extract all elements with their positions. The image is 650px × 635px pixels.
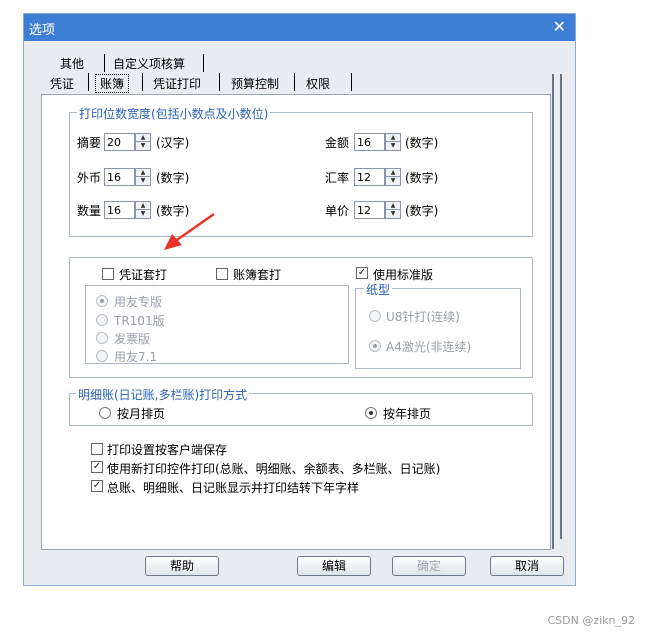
ledger-overprint-checkbox[interactable] [216,268,228,280]
tab-permission[interactable]: 权限 [304,75,332,92]
spin-up-icon[interactable]: ▲ [385,168,401,177]
cancel-button[interactable]: 取消 [490,556,564,576]
digits-group: 打印位数宽度(包括小数点及小数位) 摘要 ▲ ▼ (汉字) 外币 ▲ ▼ (数字… [69,105,533,237]
spin-down-icon[interactable]: ▼ [135,177,151,186]
exchange-rate-width-input[interactable] [354,168,385,186]
spin-up-icon[interactable]: ▲ [135,133,151,142]
arrow-head [164,234,182,250]
foreign-currency-width-input[interactable] [104,168,135,186]
tab-voucher[interactable]: 凭证 [48,75,76,92]
use-standard-checkbox[interactable]: ✓ [356,267,368,279]
watermark: CSDN @zikn_92 [547,614,635,627]
summary-width-stepper: ▲ ▼ [104,133,152,151]
page-stack-edge [552,74,554,549]
by-month-label: 按月排页 [117,407,166,421]
tab-ledger[interactable]: 账簿 [95,74,130,93]
confirm-button[interactable]: 确定 [392,556,466,576]
by-year-label: 按年排页 [383,407,432,421]
version-yonyou71-radio[interactable] [96,350,108,362]
red-arrow-annotation [164,212,215,250]
close-icon[interactable]: ✕ [553,17,566,36]
by-month-radio[interactable] [99,407,111,419]
paper-legend: 纸型 [364,281,393,298]
amount-width-stepper: ▲ ▼ [354,133,402,151]
paper-subgroup: 纸型 U8针打(连续) A4激光(非连续) [355,281,521,369]
tab-separator [88,73,89,91]
summary-width-input[interactable] [104,133,135,151]
paper-a4-radio[interactable] [369,340,381,352]
exchange-rate-label: 汇率 [325,171,350,185]
version-tr101-label: TR101版 [114,314,165,328]
amount-unit: (数字) [405,136,439,150]
tab-other[interactable]: 其他 [58,55,86,72]
overprint-group: 凭证套打 账簿套打 ✓ 使用标准版 用友专版 TR101版 发票版 用友7.1 … [69,257,533,378]
spin-down-icon[interactable]: ▼ [135,210,151,219]
window-title: 选项 [29,23,56,38]
detail-print-group: 明细账(日记账,多栏账)打印方式 按月排页 按年排页 [69,386,533,426]
client-save-checkbox[interactable] [91,443,103,455]
edit-button[interactable]: 编辑 [297,556,371,576]
tab-separator [142,73,143,91]
summary-label: 摘要 [77,136,102,150]
tab-page-ledger: 打印位数宽度(包括小数点及小数位) 摘要 ▲ ▼ (汉字) 外币 ▲ ▼ (数字… [41,94,551,550]
new-print-control-checkbox[interactable]: ✓ [91,461,103,473]
options-dialog: 选项 ✕ 其他 自定义项核算 凭证 账簿 凭证打印 预算控制 权限 打印位数宽度… [23,13,576,586]
paper-u8-label: U8针打(连续) [386,310,460,324]
spin-up-icon[interactable]: ▲ [135,168,151,177]
detail-print-legend: 明细账(日记账,多栏账)打印方式 [76,386,250,403]
paper-a4-label: A4激光(非连续) [386,340,472,354]
spin-up-icon[interactable]: ▲ [135,201,151,210]
digits-legend: 打印位数宽度(包括小数点及小数位) [77,105,271,122]
title-bar[interactable]: 选项 ✕ [24,14,575,41]
exchange-rate-unit: (数字) [405,171,439,185]
new-print-control-label: 使用新打印控件打印(总账、明细账、余额表、多栏账、日记账) [107,462,441,476]
tab-voucher-print[interactable]: 凭证打印 [151,75,203,92]
unit-price-width-input[interactable] [354,201,385,219]
unit-price-unit: (数字) [405,204,439,218]
spin-up-icon[interactable]: ▲ [385,201,401,210]
quantity-width-input[interactable] [104,201,135,219]
tab-custom-items[interactable]: 自定义项核算 [111,55,187,72]
client-save-label: 打印设置按客户端保存 [107,443,228,457]
foreign-currency-unit: (数字) [156,171,190,185]
version-tr101-radio[interactable] [96,314,108,326]
quantity-width-stepper: ▲ ▼ [104,201,152,219]
page-stack-edge [560,74,562,539]
tab-separator [104,54,105,72]
spin-down-icon[interactable]: ▼ [385,210,401,219]
version-yonyou71-label: 用友7.1 [114,350,158,364]
carry-forward-checkbox[interactable]: ✓ [91,480,103,492]
arrow-shaft [173,212,215,244]
paper-u8-radio[interactable] [369,310,381,322]
version-invoice-label: 发票版 [114,332,151,346]
quantity-label: 数量 [77,204,102,218]
tab-separator [351,73,352,91]
help-button[interactable]: 帮助 [145,556,219,576]
ledger-overprint-label: 账簿套打 [233,268,282,282]
exchange-rate-width-stepper: ▲ ▼ [354,168,402,186]
amount-width-input[interactable] [354,133,385,151]
tab-separator [294,73,295,91]
carry-forward-label: 总账、明细账、日记账显示并打印结转下年字样 [107,481,360,495]
version-yonyou-radio[interactable] [96,295,108,307]
version-invoice-radio[interactable] [96,332,108,344]
spin-down-icon[interactable]: ▼ [385,177,401,186]
summary-unit: (汉字) [156,136,190,150]
foreign-currency-label: 外币 [77,171,102,185]
tab-separator [203,54,204,72]
tab-separator [219,73,220,91]
voucher-overprint-label: 凭证套打 [119,268,168,282]
amount-label: 金额 [325,136,350,150]
unit-price-label: 单价 [325,204,350,218]
unit-price-width-stepper: ▲ ▼ [354,201,402,219]
tab-budget-control[interactable]: 预算控制 [229,75,281,92]
version-subgroup: 用友专版 TR101版 发票版 用友7.1 [85,285,349,364]
by-year-radio[interactable] [365,407,377,419]
version-yonyou-label: 用友专版 [114,295,163,309]
foreign-currency-width-stepper: ▲ ▼ [104,168,152,186]
spin-down-icon[interactable]: ▼ [135,142,151,151]
spin-down-icon[interactable]: ▼ [385,142,401,151]
spin-up-icon[interactable]: ▲ [385,133,401,142]
voucher-overprint-checkbox[interactable] [102,268,114,280]
